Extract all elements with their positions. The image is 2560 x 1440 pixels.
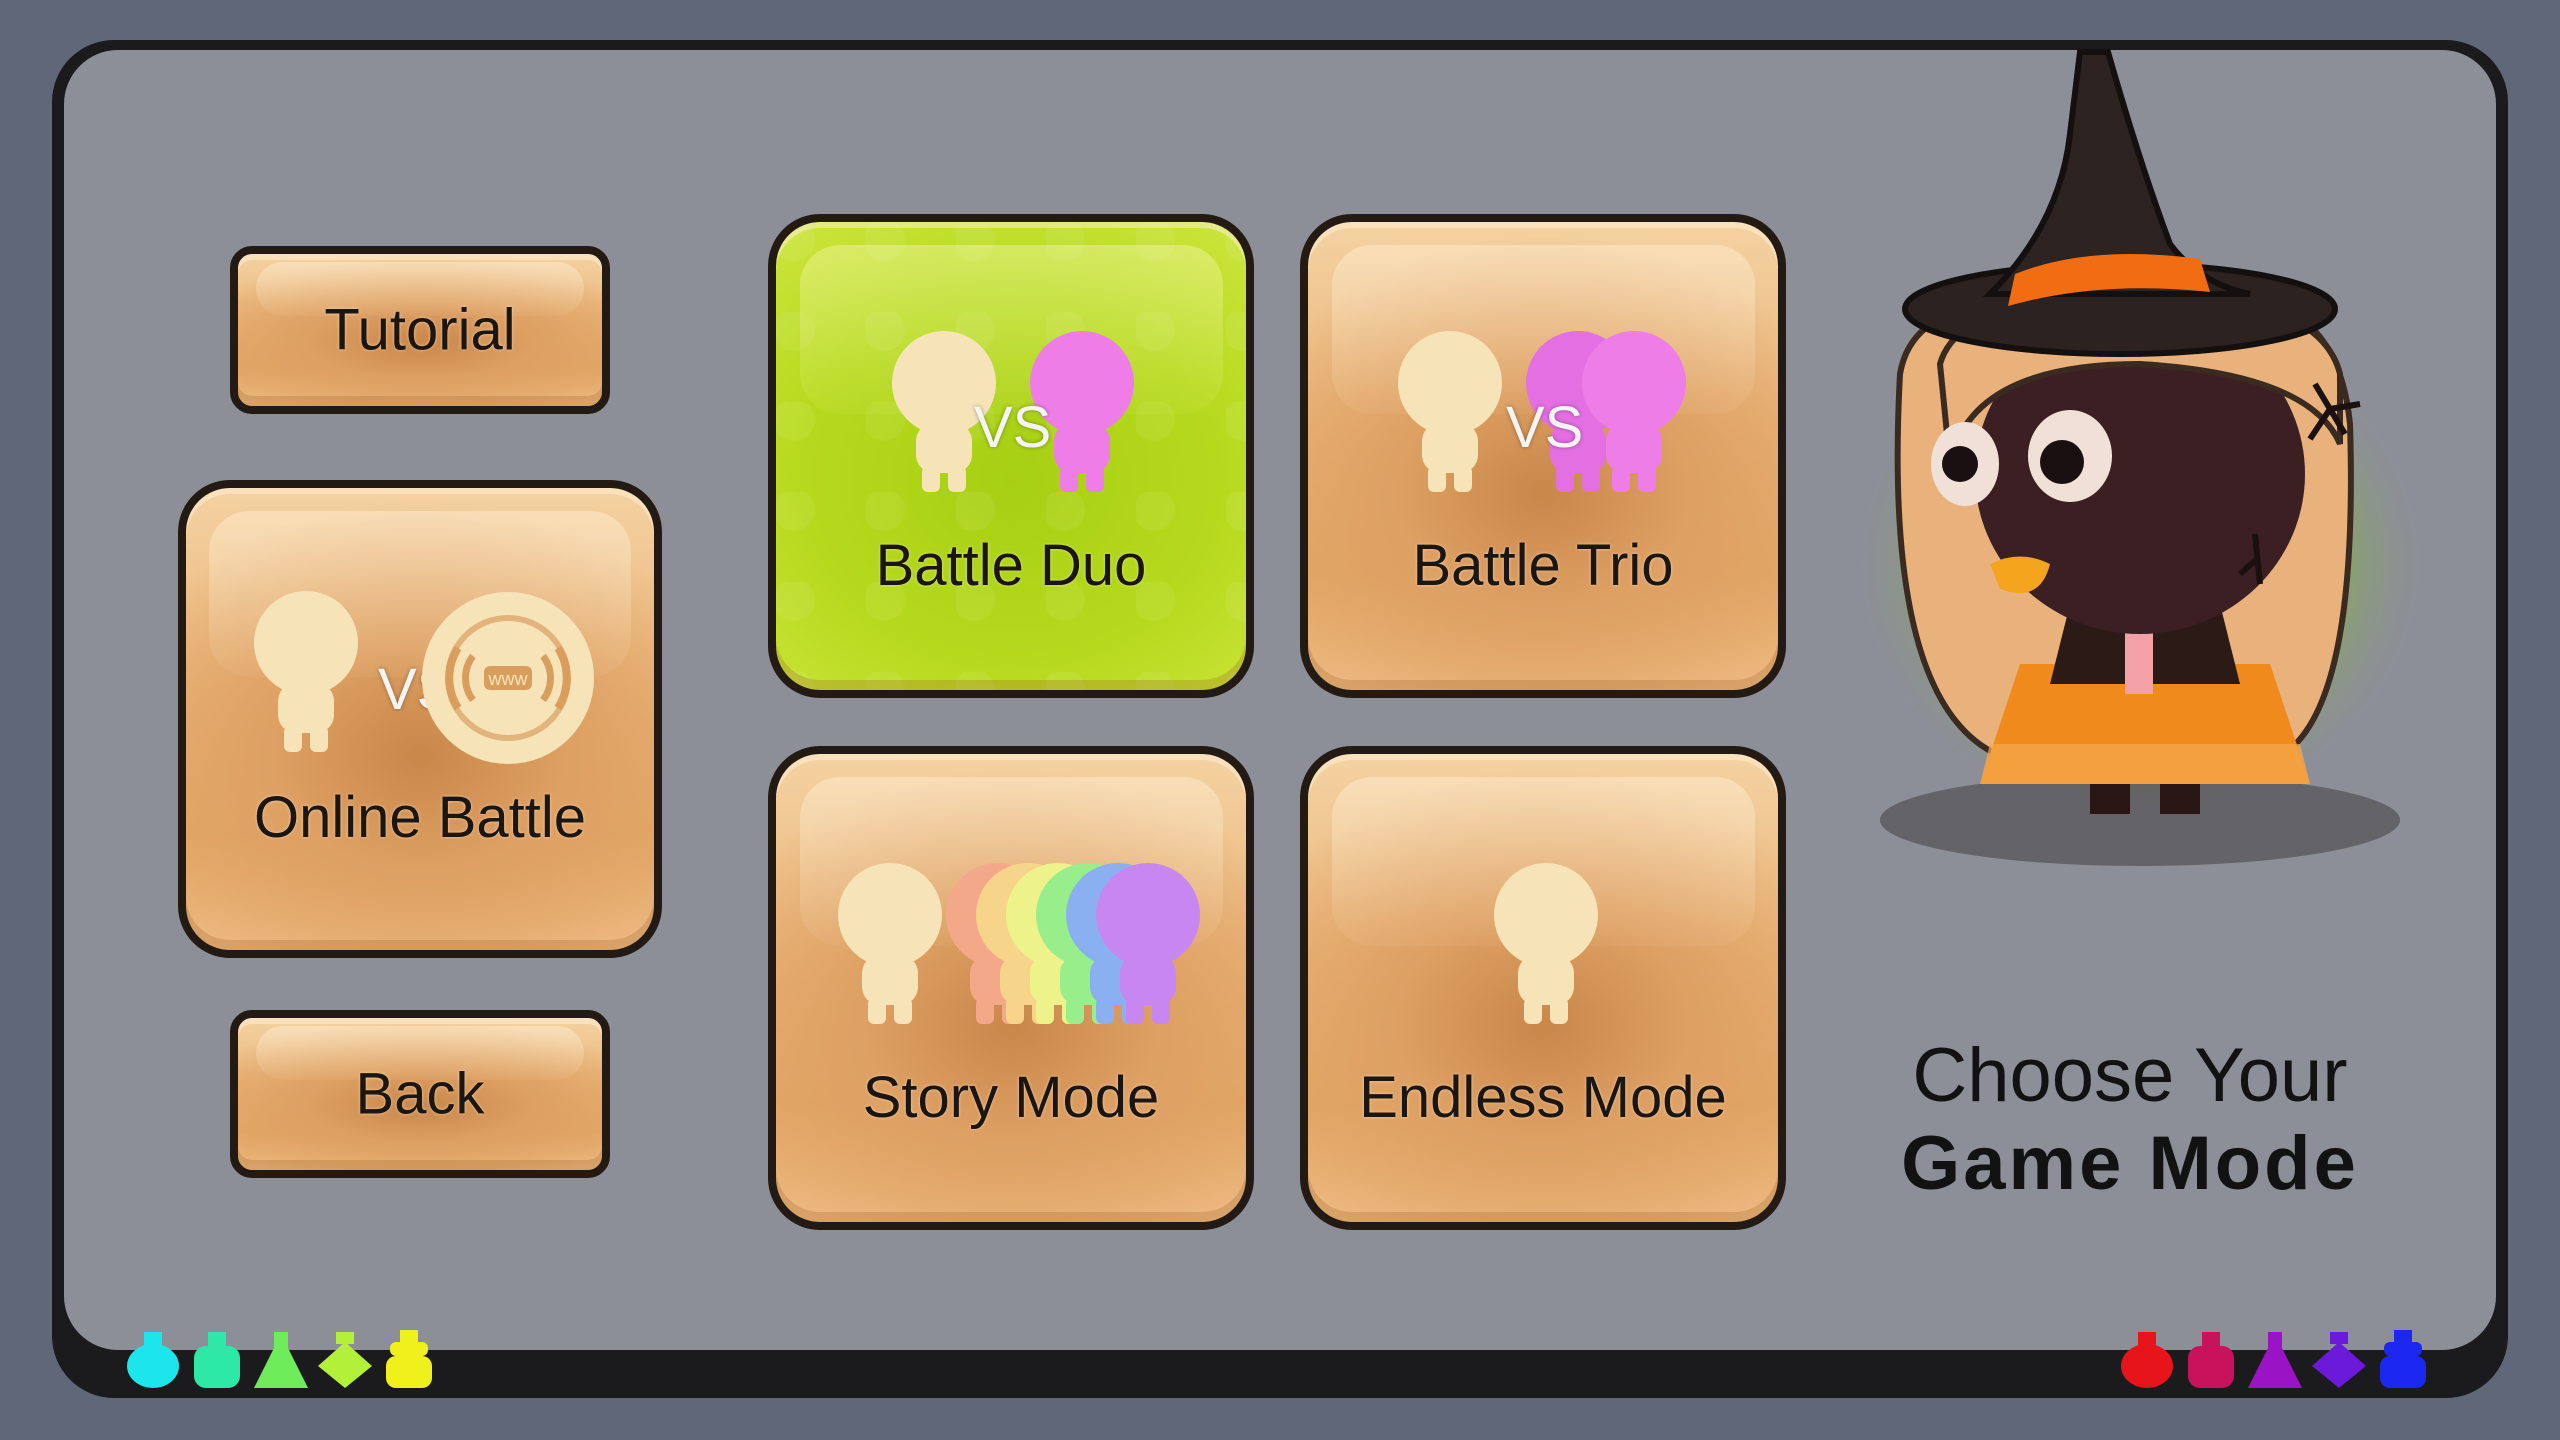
potion-crimson-icon: [2188, 1332, 2234, 1388]
endless-mode-label: Endless Mode: [1359, 1065, 1727, 1130]
potion-purple-icon: [2248, 1332, 2302, 1388]
tutorial-button[interactable]: Tutorial: [230, 246, 610, 414]
player-silhouette-icon: [254, 591, 358, 752]
title-line-1: Choose Your: [1912, 1033, 2348, 1118]
story-mode-button[interactable]: Story Mode: [768, 746, 1254, 1230]
player-silhouette-icon: [1494, 863, 1598, 1024]
battle-duo-label: Battle Duo: [875, 533, 1147, 598]
player-silhouette-icon: [838, 863, 942, 1024]
vs-text: VS: [974, 395, 1052, 460]
rainbow-silhouettes-icon: [946, 863, 1200, 1024]
potion-blue-icon: [2380, 1330, 2426, 1388]
back-label: Back: [355, 1061, 485, 1127]
witch-character: [1850, 49, 2430, 866]
rival-silhouette-icon: [1582, 331, 1686, 492]
online-battle-button[interactable]: VS www Online Battle: [178, 480, 662, 958]
www-text: www: [488, 669, 529, 689]
endless-mode-button[interactable]: Endless Mode: [1300, 746, 1786, 1230]
title-line-2: Game Mode: [1901, 1121, 2359, 1206]
potion-red-icon: [2121, 1332, 2173, 1388]
right-potion-row: [2118, 1328, 2432, 1390]
online-battle-label: Online Battle: [253, 785, 587, 850]
potion-yellow-icon: [386, 1330, 432, 1388]
battle-duo-button[interactable]: VS Battle Duo: [768, 214, 1254, 698]
story-mode-label: Story Mode: [862, 1065, 1160, 1130]
tutorial-label: Tutorial: [324, 297, 516, 363]
battle-trio-label: Battle Trio: [1412, 533, 1674, 598]
left-potion-row: [124, 1328, 438, 1390]
battle-trio-button[interactable]: VS Battle Trio: [1300, 214, 1786, 698]
vs-text: VS: [1506, 395, 1584, 460]
back-button[interactable]: Back: [230, 1010, 610, 1178]
potion-teal-icon: [194, 1332, 240, 1388]
online-globe-icon: www: [422, 592, 594, 764]
page-title: Choose Your Game Mode: [1850, 1032, 2410, 1208]
potion-violet-icon: [2312, 1332, 2366, 1388]
potion-lime-icon: [318, 1332, 372, 1388]
player-silhouette-icon: [1398, 331, 1502, 492]
potion-green-icon: [254, 1332, 308, 1388]
potion-cyan-icon: [127, 1332, 179, 1388]
